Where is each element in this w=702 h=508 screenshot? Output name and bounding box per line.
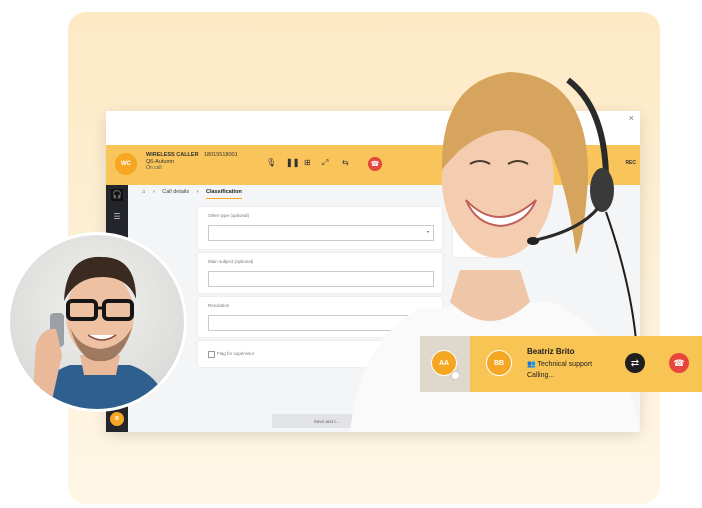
callee-team: 👥 Technical support (527, 361, 593, 368)
call-status: On call (146, 165, 162, 171)
hangup-icon: ☎ (673, 357, 685, 368)
other-type-label: Other type (optional) (208, 213, 250, 218)
team-icon: 👥 (527, 361, 536, 368)
caller-name: WIRELESS CALLER (146, 152, 199, 158)
home-icon[interactable]: ⌂ (142, 189, 145, 195)
end-call-button[interactable]: ☎ (669, 353, 689, 373)
agent-call-card: AA BB Beatriz Brito 👥 Technical support … (420, 336, 702, 392)
caller-number: 18015518001 (204, 152, 238, 158)
chevron-right-icon: › (196, 189, 199, 195)
expand-icon[interactable]: ⤢ (322, 158, 328, 168)
callee-status: Calling... (527, 372, 555, 379)
transfer-button[interactable]: ⇄ (625, 353, 645, 373)
user-avatar[interactable]: B (110, 412, 124, 426)
callee-avatar: BB (486, 350, 512, 376)
keypad-icon[interactable]: ⊞ (304, 158, 311, 167)
main-subject-label: Main subject (optional) (208, 259, 254, 264)
pause-icon[interactable]: ❚❚ (286, 158, 299, 167)
breadcrumb-classification[interactable]: Classification (206, 189, 242, 199)
microphone-icon[interactable]: 🎙 (266, 158, 276, 167)
breadcrumb: ⌂ › Call details › Classification (142, 189, 248, 199)
caller-avatar: WC (115, 153, 137, 175)
flag-label: Flag for supervisor (217, 351, 255, 356)
self-panel: AA (420, 336, 470, 392)
flag-checkbox[interactable] (208, 351, 215, 358)
breadcrumb-call-details[interactable]: Call details (162, 189, 189, 195)
callee-name: Beatriz Brito (527, 347, 575, 356)
headset-icon[interactable]: 🎧 (111, 189, 123, 201)
list-icon[interactable]: ☰ (111, 211, 123, 223)
status-dot-icon (451, 371, 460, 380)
resolution-label: Resolution (208, 303, 230, 308)
transfer-person-icon: ⇄ (630, 357, 640, 369)
chevron-right-icon: › (152, 189, 155, 195)
caller-photo (7, 232, 187, 412)
